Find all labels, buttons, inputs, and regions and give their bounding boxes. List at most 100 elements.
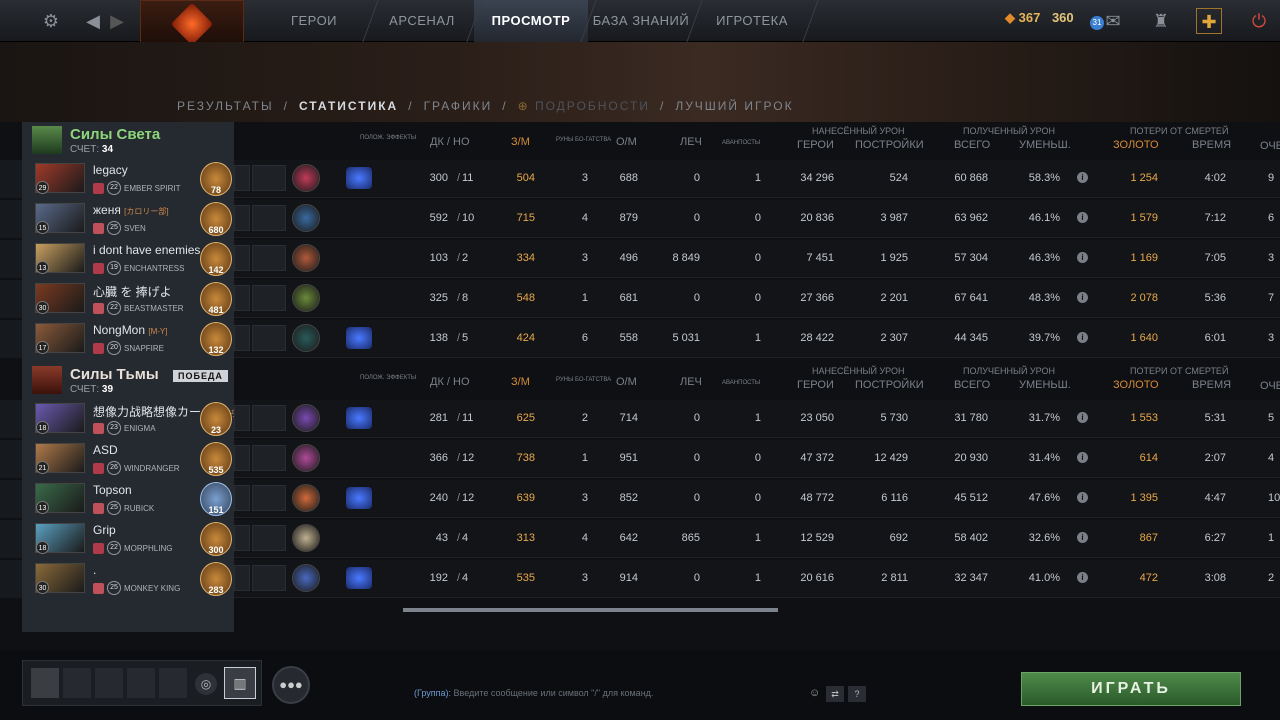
player-row[interactable]: 30 心臓 を 捧げよ 22 BEASTMASTER 481 325 / 8 5…	[0, 280, 1280, 318]
heal-value: 8 849	[672, 252, 700, 264]
horizontal-scrollbar[interactable]	[403, 608, 778, 612]
party-slot-empty[interactable]	[95, 668, 123, 698]
item-slot[interactable]	[234, 565, 250, 591]
item-slot[interactable]	[234, 525, 250, 551]
item-slot[interactable]	[234, 165, 250, 191]
player-name[interactable]: 心臓 を 捧げよ	[93, 283, 172, 300]
neutral-item-icon[interactable]	[292, 564, 320, 592]
party-slot-empty[interactable]	[63, 668, 91, 698]
tab-heroes[interactable]: ГЕРОИ	[258, 0, 370, 42]
info-icon[interactable]: i	[1077, 452, 1088, 463]
help-icon[interactable]: ?	[848, 686, 866, 702]
item-slot[interactable]	[234, 485, 250, 511]
kills-value: 240	[429, 492, 448, 504]
item-slot[interactable]	[252, 485, 286, 511]
subtab-results[interactable]: РЕЗУЛЬТАТЫ	[177, 99, 274, 113]
item-slot[interactable]	[252, 325, 286, 351]
voice-icon[interactable]: ◎	[195, 673, 217, 695]
forward-arrow-icon[interactable]: ▶	[104, 8, 130, 34]
damage-taken-value: 57 304	[954, 252, 988, 264]
tab-armory[interactable]: АРСЕНАЛ	[370, 0, 474, 42]
tab-watch[interactable]: ПРОСМОТР	[474, 0, 588, 42]
player-row[interactable]: 18 Grip 22 MORPHLING 300 43 / 4 313 4 64…	[0, 520, 1280, 558]
item-slot[interactable]	[252, 565, 286, 591]
neutral-item-icon[interactable]	[292, 164, 320, 192]
plus-icon[interactable]: ✚	[1196, 8, 1222, 34]
neutral-item-icon[interactable]	[292, 444, 320, 472]
rank-badge-icon[interactable]: ▥	[224, 667, 256, 699]
item-slot[interactable]	[252, 445, 286, 471]
buff-icon[interactable]	[346, 327, 372, 349]
info-icon[interactable]: i	[1077, 572, 1088, 583]
play-button[interactable]: ИГРАТЬ	[1021, 672, 1241, 706]
player-name[interactable]: .	[93, 563, 96, 577]
player-name[interactable]: Topson	[93, 483, 132, 497]
info-icon[interactable]: i	[1077, 492, 1088, 503]
tab-learn[interactable]: БАЗА ЗНАНИЙ	[588, 0, 694, 42]
neutral-item-icon[interactable]	[292, 404, 320, 432]
party-avatar[interactable]	[31, 668, 59, 698]
player-name[interactable]: женя [カロリー部]	[93, 203, 169, 217]
buff-icon[interactable]	[346, 567, 372, 589]
player-name[interactable]: NongMon [M-Y]	[93, 323, 167, 337]
party-slot-empty[interactable]	[159, 668, 187, 698]
inventory-icon[interactable]: ♜	[1148, 8, 1174, 34]
info-icon[interactable]: i	[1077, 532, 1088, 543]
item-slot[interactable]	[252, 165, 286, 191]
back-arrow-icon[interactable]: ◀	[80, 8, 106, 34]
item-slot[interactable]	[252, 285, 286, 311]
player-row[interactable]: 13 i dont have enemies [昨日] 19 ENCHANTRE…	[0, 240, 1280, 278]
player-row[interactable]: 29 legacy 22 EMBER SPIRIT 78 300 / 11 50…	[0, 160, 1280, 198]
player-row[interactable]: 18 想像力战略想像カー [我不在乎] 23 ENIGMA 23 281 / 1…	[0, 400, 1280, 438]
item-slot[interactable]	[234, 325, 250, 351]
friends-icon[interactable]: ●●●	[272, 666, 310, 704]
neutral-item-icon[interactable]	[292, 324, 320, 352]
neutral-item-icon[interactable]	[292, 204, 320, 232]
item-slot[interactable]	[252, 525, 286, 551]
item-slot[interactable]	[234, 245, 250, 271]
player-row[interactable]: 17 NongMon [M-Y] 20 SNAPFIRE 132 138 / 5…	[0, 320, 1280, 358]
buff-icon[interactable]	[346, 407, 372, 429]
buff-icon[interactable]	[346, 167, 372, 189]
player-row[interactable]: 21 ASD 26 WINDRANGER 535 366 / 12 738 1 …	[0, 440, 1280, 478]
info-icon[interactable]: i	[1077, 332, 1088, 343]
item-slot[interactable]	[252, 245, 286, 271]
dota-logo-button[interactable]	[140, 0, 244, 48]
party-slot-empty[interactable]	[127, 668, 155, 698]
neutral-item-icon[interactable]	[292, 244, 320, 272]
power-icon[interactable]: ⏻	[1246, 8, 1272, 34]
info-icon[interactable]: i	[1077, 412, 1088, 423]
mail-icon[interactable]: ✉	[1100, 8, 1126, 34]
info-icon[interactable]: i	[1077, 252, 1088, 263]
info-icon[interactable]: i	[1077, 292, 1088, 303]
subtab-details[interactable]: ⊕ ПОДРОБНОСТИ	[518, 99, 650, 113]
tab-arcade[interactable]: ИГРОТЕКА	[694, 0, 810, 42]
player-name[interactable]: legacy	[93, 163, 128, 177]
neutral-item-icon[interactable]	[292, 524, 320, 552]
player-row[interactable]: 13 Topson 25 RUBICK 151 240 / 12 639 3 8…	[0, 480, 1280, 518]
item-slot[interactable]	[252, 405, 286, 431]
item-slot[interactable]	[234, 405, 250, 431]
runes-value: 3	[581, 252, 588, 264]
player-row[interactable]: 30 . 25 MONKEY KING 283 192 / 4 535 3 91…	[0, 560, 1280, 598]
item-slot[interactable]	[234, 445, 250, 471]
currency-display[interactable]: ◆ 367 360	[1005, 10, 1074, 26]
neutral-item-icon[interactable]	[292, 284, 320, 312]
info-icon[interactable]: i	[1077, 172, 1088, 183]
item-slot[interactable]	[234, 285, 250, 311]
player-name[interactable]: Grip	[93, 523, 116, 537]
subtab-statistics[interactable]: СТАТИСТИКА	[299, 99, 398, 113]
subtab-mvp[interactable]: ЛУЧШИЙ ИГРОК	[675, 99, 793, 113]
player-name[interactable]: ASD	[93, 443, 118, 457]
emoji-icon[interactable]: ☺	[809, 687, 820, 699]
player-row[interactable]: 15 женя [カロリー部] 25 SVEN 680 592 / 10 715…	[0, 200, 1280, 238]
neutral-item-icon[interactable]	[292, 484, 320, 512]
chat-settings-icon[interactable]: ⇄	[826, 686, 844, 702]
subtab-graphs[interactable]: ГРАФИКИ	[424, 99, 493, 113]
settings-gear-icon[interactable]: ⚙	[38, 8, 64, 34]
buff-icon[interactable]	[346, 487, 372, 509]
item-slot[interactable]	[252, 205, 286, 231]
info-icon[interactable]: i	[1077, 212, 1088, 223]
chat-input[interactable]: (Группа): Введите сообщение или символ "…	[414, 688, 653, 698]
item-slot[interactable]	[234, 205, 250, 231]
